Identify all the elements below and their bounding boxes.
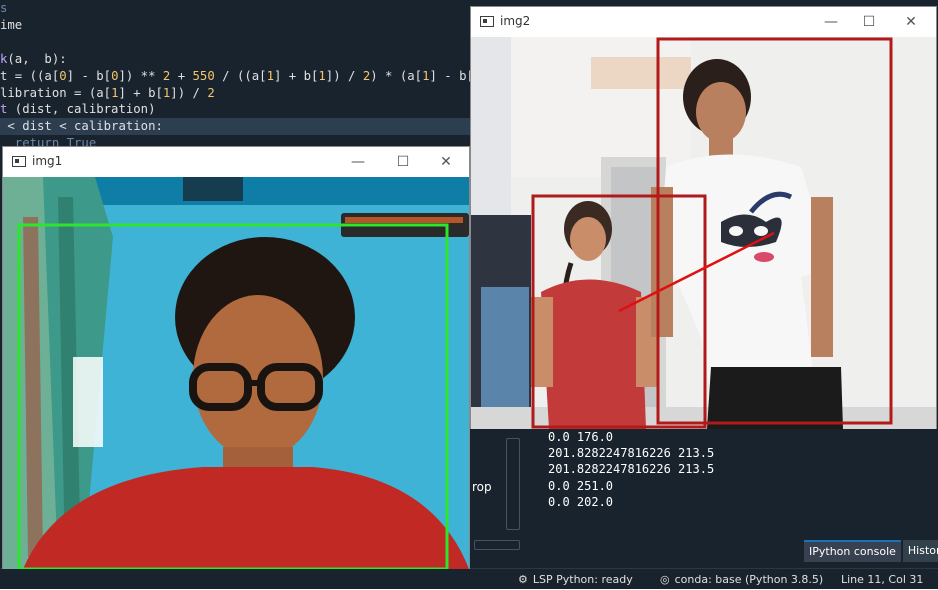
window-titlebar[interactable]: img1 — ☐ ✕: [3, 147, 469, 177]
console-output-line: 0.0 251.0: [548, 479, 614, 493]
conda-icon: ◎: [660, 573, 670, 586]
maximize-icon[interactable]: ☐: [858, 11, 880, 33]
code-token: ime: [0, 18, 23, 32]
minimize-icon[interactable]: —: [347, 151, 369, 173]
code-token: ] - b[: [429, 69, 470, 83]
code-token: 1: [266, 69, 274, 83]
window-app-icon: [480, 16, 494, 27]
code-token: ] + b[: [273, 69, 319, 83]
code-token: ] - b[: [66, 69, 112, 83]
code-line[interactable]: t (dist, calibration): [0, 101, 155, 118]
window-app-icon: [12, 156, 26, 167]
tab-ipython-console[interactable]: IPython console: [804, 540, 901, 562]
maximize-icon[interactable]: ☐: [392, 151, 414, 173]
code-line[interactable]: ime: [0, 17, 22, 34]
horizontal-scrollbar[interactable]: [474, 540, 520, 550]
console-output-line: 201.8282247816226 213.5: [548, 462, 715, 476]
code-line[interactable]: libration = (a[1] + b[1]) / 2: [0, 85, 215, 102]
lsp-icon: ⚙: [518, 573, 528, 586]
conda-status: ◎ conda: base (Python 3.8.5): [660, 569, 823, 590]
code-token: t = ((a[: [0, 69, 60, 83]
console-output-line: 0.0 202.0: [548, 495, 614, 509]
window-title: img2: [500, 14, 531, 28]
code-token: / ((a[: [214, 69, 267, 83]
code-line[interactable]: t = ((a[0] - b[0]) ** 2 + 550 / ((a[1] +…: [0, 68, 470, 85]
code-line[interactable]: k(a, b):: [0, 51, 67, 68]
img1-window[interactable]: img1 — ☐ ✕: [2, 146, 470, 569]
code-token: +: [170, 69, 193, 83]
pane-label: rop: [472, 480, 492, 494]
window-titlebar[interactable]: img2 — ☐ ✕: [471, 7, 936, 37]
code-token: 1: [318, 69, 326, 83]
code-token: < dist < calibration:: [0, 119, 163, 133]
console-output-line: 0.0 176.0: [548, 430, 614, 444]
lsp-status-text: LSP Python: ready: [532, 573, 633, 586]
camera-frame: [471, 37, 936, 429]
conda-status-text: conda: base (Python 3.8.5): [674, 573, 824, 586]
lsp-status: ⚙ LSP Python: ready: [518, 569, 633, 590]
close-icon[interactable]: ✕: [900, 11, 922, 33]
code-token: 0: [59, 69, 67, 83]
code-token: ]) /: [325, 69, 363, 83]
close-icon[interactable]: ✕: [435, 151, 457, 173]
img2-window[interactable]: img2 — ☐ ✕: [470, 6, 937, 429]
camera-image-img2: [471, 37, 936, 429]
minimize-icon[interactable]: —: [820, 11, 842, 33]
code-token: ]) /: [170, 86, 208, 100]
code-token: s: [0, 1, 8, 15]
status-bar: ⚙ LSP Python: ready ◎ conda: base (Python …: [0, 568, 938, 589]
code-editor[interactable]: s ime k(a, b): t = ((a[0] - b[0]) ** 2 +…: [0, 0, 470, 150]
pane-tab-bar: IPython console History: [804, 540, 938, 562]
vertical-scrollbar[interactable]: [506, 438, 520, 530]
code-token: ) * (a[: [370, 69, 423, 83]
ipython-console[interactable]: 0.0 176.0 201.8282247816226 213.5 201.82…: [534, 428, 938, 538]
camera-image-img1: [3, 177, 469, 569]
code-token: (a, b):: [7, 52, 67, 66]
code-line[interactable]: s: [0, 0, 7, 17]
code-line-current[interactable]: < dist < calibration:: [0, 118, 470, 135]
code-token: 550: [192, 69, 215, 83]
cursor-position: Line 11, Col 31: [841, 573, 924, 586]
code-token: (dist, calibration): [7, 102, 156, 116]
console-output-line: 201.8282247816226 213.5: [548, 446, 715, 460]
code-token: libration = (a[: [0, 86, 112, 100]
code-token: 2: [207, 86, 215, 100]
camera-frame: [3, 177, 469, 569]
window-title: img1: [32, 154, 63, 168]
tab-history[interactable]: History: [902, 540, 938, 562]
code-token: ]) **: [118, 69, 163, 83]
code-token: ] + b[: [118, 86, 163, 100]
